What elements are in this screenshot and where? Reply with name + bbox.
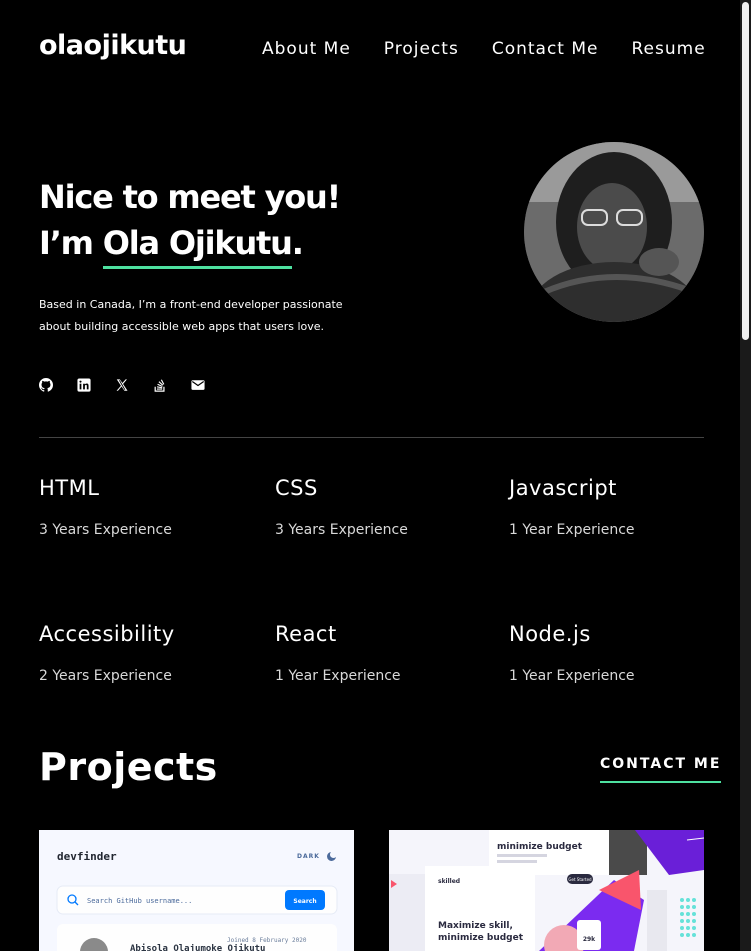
hero-bio: Based in Canada, I’m a front-end develop… (39, 298, 343, 333)
skill-css: CSS 3 Years Experience (275, 476, 408, 538)
github-icon[interactable] (39, 378, 53, 392)
search-button-label: Search (293, 898, 316, 905)
hero-intro: I’m Ola Ojikutu. (39, 220, 340, 269)
nav-about-me[interactable]: About Me (262, 39, 351, 59)
profile-photo (524, 142, 704, 322)
main-nav: About Me Projects Contact Me Resume (262, 39, 706, 59)
section-divider (39, 437, 704, 438)
nav-projects[interactable]: Projects (384, 39, 459, 59)
theme-toggle-label: DARK (297, 853, 320, 860)
search-placeholder: Search GitHub username... (87, 897, 192, 905)
hero-name: Ola Ojikutu (102, 220, 293, 269)
skilled-brand: skilled (438, 878, 460, 885)
email-icon[interactable] (191, 378, 205, 392)
x-icon[interactable] (115, 378, 129, 392)
skill-react: React 1 Year Experience (275, 622, 401, 684)
skill-experience: 2 Years Experience (39, 668, 172, 684)
skill-html: HTML 3 Years Experience (39, 476, 172, 538)
scrollbar[interactable] (740, 0, 751, 951)
skill-name: Node.js (509, 622, 591, 646)
linkedin-icon[interactable] (77, 378, 91, 392)
social-links (39, 378, 205, 392)
skilled-cta: Get Started (568, 877, 592, 882)
skill-name: Javascript (509, 476, 617, 500)
skill-name: CSS (275, 476, 318, 500)
skilled-headline-1: Maximize skill, (438, 921, 513, 931)
skilled-top-heading: minimize budget (497, 842, 583, 852)
nav-contact-me[interactable]: Contact Me (492, 39, 599, 59)
skill-name: Accessibility (39, 622, 175, 646)
logo[interactable]: olaojikutu (39, 30, 187, 61)
project-card-skilled[interactable]: minimize budget skilled Get Started Maxi… (389, 830, 704, 951)
skill-javascript: Javascript 1 Year Experience (509, 476, 635, 538)
contact-me-button[interactable]: CONTACT ME (600, 756, 722, 783)
devfinder-brand: devfinder (57, 850, 117, 863)
scrollbar-thumb[interactable] (742, 2, 749, 340)
hero-greeting: Nice to meet you! (39, 178, 341, 216)
nav-resume[interactable]: Resume (632, 39, 706, 59)
hero-intro-suffix: . (291, 224, 304, 262)
moon-icon (327, 852, 336, 861)
stackoverflow-icon[interactable] (153, 378, 167, 392)
user-name: Abisola Olajumoke Ojikutu (130, 943, 265, 951)
skill-name: HTML (39, 476, 100, 500)
skill-experience: 1 Year Experience (509, 522, 635, 538)
skilled-stat: 29k (583, 936, 596, 943)
skill-experience: 1 Year Experience (509, 668, 635, 684)
skill-name: React (275, 622, 337, 646)
project-card-devfinder[interactable]: devfinder DARK Search GitHub username...… (39, 830, 354, 951)
skill-accessibility: Accessibility 2 Years Experience (39, 622, 175, 684)
joined-date: Joined 8 February 2020 (227, 937, 307, 944)
skill-experience: 3 Years Experience (275, 522, 408, 538)
skill-experience: 3 Years Experience (39, 522, 172, 538)
skilled-headline-2: minimize budget (438, 933, 524, 943)
skill-nodejs: Node.js 1 Year Experience (509, 622, 635, 684)
hero-intro-prefix: I’m (39, 224, 103, 262)
projects-heading: Projects (39, 745, 218, 789)
hero-heading: Nice to meet you! I’m Ola Ojikutu. (39, 174, 341, 269)
skill-experience: 1 Year Experience (275, 668, 401, 684)
